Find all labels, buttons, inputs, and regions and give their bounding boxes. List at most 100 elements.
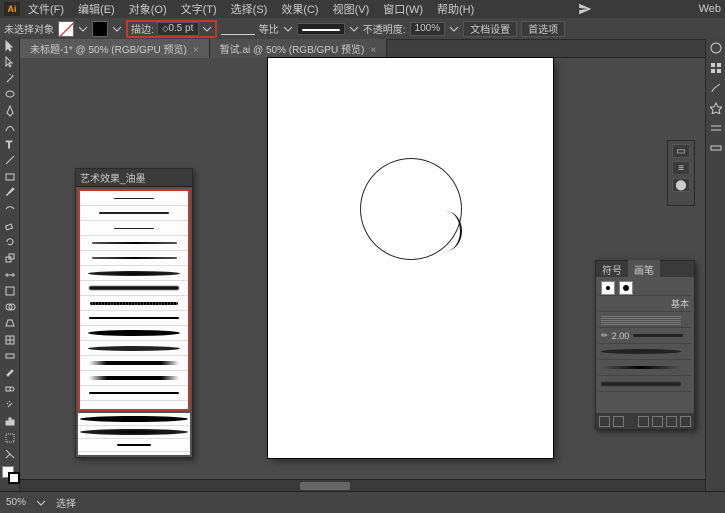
paintbrush-tool[interactable] xyxy=(0,185,20,201)
selection-tool[interactable] xyxy=(0,38,20,54)
rectangle-tool[interactable] xyxy=(0,169,20,185)
stroke-panel-icon[interactable] xyxy=(706,118,725,138)
stroke-color[interactable] xyxy=(8,472,20,484)
perspective-tool[interactable] xyxy=(0,315,20,331)
brush-item[interactable] xyxy=(80,206,188,221)
brush-item[interactable] xyxy=(80,386,188,401)
menu-object[interactable]: 对象(O) xyxy=(123,0,173,19)
brush-item[interactable] xyxy=(80,356,188,371)
brush-item[interactable] xyxy=(78,413,190,426)
type-tool[interactable]: T xyxy=(0,136,20,152)
gradient-panel-icon[interactable] xyxy=(706,138,725,158)
options-icon[interactable] xyxy=(652,416,663,427)
horizontal-scrollbar[interactable] xyxy=(20,479,705,491)
width-tool[interactable] xyxy=(0,266,20,282)
brush-definition[interactable] xyxy=(297,23,345,35)
remove-stroke-icon[interactable] xyxy=(638,416,649,427)
pen-tool[interactable] xyxy=(0,103,20,119)
menu-select[interactable]: 选择(S) xyxy=(225,0,274,19)
chevron-down-icon[interactable] xyxy=(283,24,293,34)
libraries-icon[interactable] xyxy=(613,416,624,427)
eyedropper-tool[interactable] xyxy=(0,364,20,380)
stroke-swatch[interactable] xyxy=(92,21,108,37)
curvature-tool[interactable] xyxy=(0,120,20,136)
swatches-panel-icon[interactable] xyxy=(706,58,725,78)
rotate-tool[interactable] xyxy=(0,234,20,250)
panel-title[interactable]: 艺术效果_油墨 xyxy=(76,169,192,187)
direct-selection-tool[interactable] xyxy=(0,54,20,70)
panel-icon[interactable]: ▭ xyxy=(672,144,690,158)
document-tab[interactable]: 未标题-1* @ 50% (RGB/GPU 预览)× xyxy=(20,39,210,58)
brush-item[interactable] xyxy=(80,326,188,341)
line-tool[interactable] xyxy=(0,152,20,168)
workspace-switcher[interactable]: Web xyxy=(699,3,721,15)
panel-icon[interactable]: ≡ xyxy=(672,161,690,175)
brush-item[interactable] xyxy=(599,376,691,392)
color-panel-icon[interactable] xyxy=(706,38,725,58)
symbols-panel-icon[interactable] xyxy=(706,98,725,118)
shaper-tool[interactable] xyxy=(0,201,20,217)
brush-item[interactable] xyxy=(80,236,188,251)
brush-library-panel[interactable]: 艺术效果_油墨 xyxy=(75,168,193,458)
stroke-profile[interactable] xyxy=(221,23,255,35)
new-brush-icon[interactable] xyxy=(666,416,677,427)
brush-item[interactable] xyxy=(80,266,188,281)
zoom-level[interactable]: 50% xyxy=(6,497,26,508)
delete-icon[interactable] xyxy=(680,416,691,427)
brush-item[interactable] xyxy=(78,439,190,452)
brush-item[interactable] xyxy=(80,251,188,266)
chevron-down-icon[interactable] xyxy=(449,24,459,34)
brushes-panel[interactable]: 符号 画笔 基本 ✏2.00 xyxy=(595,260,695,430)
menu-help[interactable]: 帮助(H) xyxy=(431,0,480,19)
artboard[interactable] xyxy=(268,58,553,458)
brush-item[interactable] xyxy=(78,426,190,439)
preferences-button[interactable]: 首选项 xyxy=(521,21,565,37)
menu-edit[interactable]: 编辑(E) xyxy=(72,0,121,19)
blend-tool[interactable] xyxy=(0,381,20,397)
chevron-down-icon[interactable] xyxy=(112,24,122,34)
brush-item[interactable] xyxy=(80,341,188,356)
brush-item[interactable] xyxy=(599,360,691,376)
brush-item[interactable] xyxy=(80,311,188,326)
brush-item[interactable] xyxy=(599,344,691,360)
tab-symbols[interactable]: 符号 xyxy=(596,260,628,279)
document-tab[interactable]: 暂试.ai @ 50% (RGB/GPU 预览)× xyxy=(210,39,387,58)
brush-item[interactable] xyxy=(599,280,691,296)
share-icon[interactable] xyxy=(578,2,592,16)
circle-path[interactable] xyxy=(360,158,462,260)
tab-brushes[interactable]: 画笔 xyxy=(628,260,660,279)
fill-stroke-indicator[interactable] xyxy=(0,466,20,491)
uniform-label[interactable]: 等比 xyxy=(259,21,279,36)
brushes-panel-icon[interactable] xyxy=(706,78,725,98)
brush-item[interactable] xyxy=(80,221,188,236)
lasso-tool[interactable] xyxy=(0,87,20,103)
brush-item[interactable] xyxy=(80,191,188,206)
opacity-input[interactable]: 100% xyxy=(410,22,446,36)
artboard-tool[interactable] xyxy=(0,430,20,446)
chevron-down-icon[interactable] xyxy=(202,24,212,34)
mesh-tool[interactable] xyxy=(0,332,20,348)
menu-file[interactable]: 文件(F) xyxy=(22,0,70,19)
panel-icon[interactable]: ⬤ xyxy=(672,178,690,192)
menu-type[interactable]: 文字(T) xyxy=(175,0,223,19)
symbol-sprayer-tool[interactable] xyxy=(0,397,20,413)
stroke-weight-input[interactable]: ◇0.5 pt xyxy=(157,22,199,36)
scale-tool[interactable] xyxy=(0,250,20,266)
gradient-tool[interactable] xyxy=(0,348,20,364)
column-graph-tool[interactable] xyxy=(0,413,20,429)
chevron-down-icon[interactable] xyxy=(36,498,46,508)
menu-effect[interactable]: 效果(C) xyxy=(275,0,324,19)
chevron-down-icon[interactable] xyxy=(349,24,359,34)
brush-item[interactable] xyxy=(80,281,188,296)
brush-item[interactable] xyxy=(80,296,188,311)
brush-item[interactable] xyxy=(80,371,188,386)
fill-swatch[interactable] xyxy=(58,21,74,37)
brush-item[interactable]: ✏2.00 xyxy=(599,328,691,344)
slice-tool[interactable] xyxy=(0,446,20,462)
eraser-tool[interactable] xyxy=(0,217,20,233)
shape-builder-tool[interactable] xyxy=(0,299,20,315)
library-menu-icon[interactable] xyxy=(599,416,610,427)
close-icon[interactable]: × xyxy=(370,45,376,56)
scrollbar-thumb[interactable] xyxy=(300,482,350,490)
doc-setup-button[interactable]: 文档设置 xyxy=(463,21,517,37)
